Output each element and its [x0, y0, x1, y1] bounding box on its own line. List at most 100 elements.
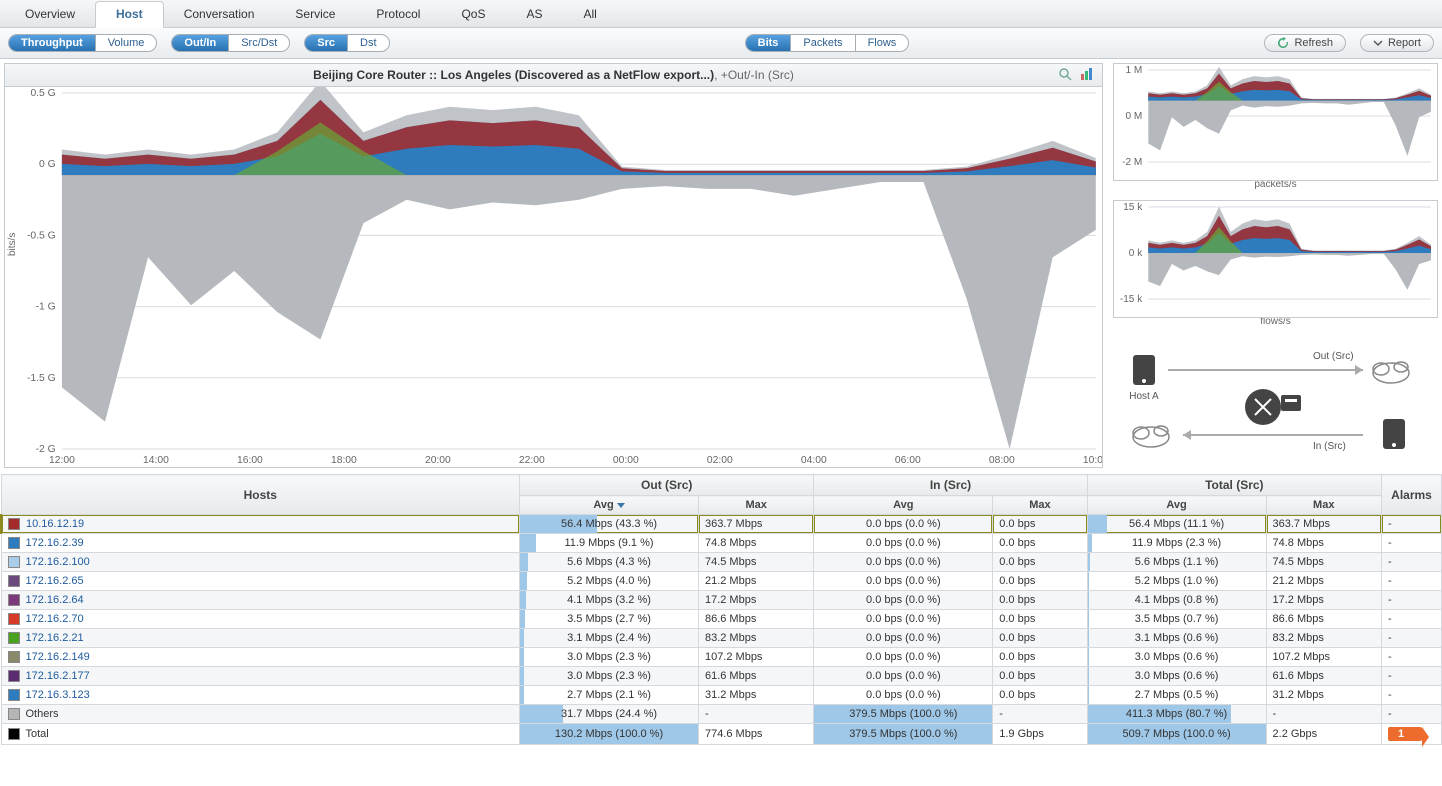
refresh-button[interactable]: Refresh — [1264, 34, 1346, 52]
chart-header: Beijing Core Router :: Los Angeles (Disc… — [5, 64, 1102, 87]
magnifier-icon[interactable] — [1058, 67, 1072, 81]
main-tabs: OverviewHostConversationServiceProtocolQ… — [0, 0, 1442, 28]
diagram-out-label: Out (Src) — [1313, 351, 1354, 362]
table-body: 10.16.12.1956.4 Mbps (43.3 %)363.7 Mbps0… — [1, 515, 1442, 745]
main-chart[interactable]: Beijing Core Router :: Los Angeles (Disc… — [4, 63, 1103, 468]
y-axis-label: bits/s — [7, 232, 18, 255]
pill-sd-src[interactable]: Src — [305, 35, 348, 51]
main-chart-svg: 0.5 G0 G-0.5 G-1 G-1.5 G-2 G12:0014:0016… — [5, 87, 1102, 467]
th-in-avg[interactable]: Avg — [814, 496, 993, 515]
host-link[interactable]: 172.16.2.64 — [26, 594, 84, 606]
svg-text:0 G: 0 G — [39, 159, 56, 170]
color-swatch — [8, 728, 20, 740]
host-link[interactable]: 172.16.2.65 — [26, 575, 84, 587]
mini-chart-packets-svg: 1 M 0 M -2 M — [1114, 64, 1437, 180]
svg-text:0 M: 0 M — [1125, 111, 1142, 122]
host-link[interactable]: 172.16.2.39 — [26, 537, 84, 549]
svg-text:14:00: 14:00 — [143, 455, 169, 466]
host-link[interactable]: 172.16.2.100 — [26, 556, 90, 568]
th-total-avg[interactable]: Avg — [1087, 496, 1266, 515]
table-row[interactable]: 172.16.2.213.1 Mbps (2.4 %)83.2 Mbps0.0 … — [1, 629, 1442, 648]
color-swatch — [8, 632, 20, 644]
color-swatch — [8, 670, 20, 682]
pill-sd-dst[interactable]: Dst — [348, 35, 389, 51]
color-swatch — [8, 537, 20, 549]
mini-chart-flows-svg: 15 k0 k-15 k — [1114, 201, 1437, 317]
alarm-badge[interactable]: 1 — [1388, 727, 1422, 741]
host-link[interactable]: 172.16.2.70 — [26, 613, 84, 625]
table-row[interactable]: 10.16.12.1956.4 Mbps (43.3 %)363.7 Mbps0… — [1, 515, 1442, 534]
table-row[interactable]: Total130.2 Mbps (100.0 %)774.6 Mbps379.5… — [1, 724, 1442, 745]
pill-unit-bits[interactable]: Bits — [746, 35, 792, 51]
th-out-max[interactable]: Max — [698, 496, 813, 515]
chart-side: 1 M0 M-2 M packets/s 15 k0 k-15 k flows/… — [1113, 63, 1438, 468]
pill-mode-throughput[interactable]: Throughput — [9, 35, 96, 51]
host-link[interactable]: 172.16.2.21 — [26, 632, 84, 644]
refresh-icon — [1277, 37, 1289, 49]
table-row[interactable]: 172.16.2.655.2 Mbps (4.0 %)21.2 Mbps0.0 … — [1, 572, 1442, 591]
svg-text:-1 G: -1 G — [36, 302, 56, 313]
svg-text:08:00: 08:00 — [989, 455, 1015, 466]
pill-mode-volume[interactable]: Volume — [96, 35, 157, 51]
color-swatch — [8, 613, 20, 625]
toolbar: ThroughputVolume Out/InSrc/Dst SrcDst Bi… — [0, 28, 1442, 59]
tab-conversation[interactable]: Conversation — [163, 1, 276, 27]
pill-unit-packets[interactable]: Packets — [791, 35, 855, 51]
bar-chart-icon[interactable] — [1080, 67, 1094, 81]
th-hosts[interactable]: Hosts — [1, 475, 520, 515]
pill-dir-out-in[interactable]: Out/In — [172, 35, 229, 51]
th-total-max[interactable]: Max — [1266, 496, 1381, 515]
color-swatch — [8, 651, 20, 663]
tab-service[interactable]: Service — [274, 1, 356, 27]
svg-text:12:00: 12:00 — [49, 455, 75, 466]
host-link[interactable]: 10.16.12.19 — [26, 518, 84, 530]
th-in[interactable]: In (Src) — [814, 475, 1087, 496]
table-row[interactable]: Others31.7 Mbps (24.4 %)-379.5 Mbps (100… — [1, 705, 1442, 724]
tab-protocol[interactable]: Protocol — [355, 1, 441, 27]
diagram-host-a: Host A — [1129, 391, 1159, 402]
th-out-avg[interactable]: Avg — [520, 496, 699, 515]
svg-text:15 k: 15 k — [1123, 202, 1143, 213]
diagram-in-label: In (Src) — [1313, 441, 1346, 452]
host-link[interactable]: 172.16.2.177 — [26, 670, 90, 682]
table-row[interactable]: 172.16.2.1773.0 Mbps (2.3 %)61.6 Mbps0.0… — [1, 667, 1442, 686]
th-out[interactable]: Out (Src) — [520, 475, 814, 496]
chart-row: Beijing Core Router :: Los Angeles (Disc… — [0, 59, 1442, 468]
table-row[interactable]: 172.16.3.1232.7 Mbps (2.1 %)31.2 Mbps0.0… — [1, 686, 1442, 705]
th-alarms[interactable]: Alarms — [1382, 475, 1442, 515]
host-link[interactable]: 172.16.2.149 — [26, 651, 90, 663]
table-row[interactable]: 172.16.2.1493.0 Mbps (2.3 %)107.2 Mbps0.… — [1, 648, 1442, 667]
th-in-max[interactable]: Max — [993, 496, 1087, 515]
svg-text:04:00: 04:00 — [801, 455, 827, 466]
svg-text:0.5 G: 0.5 G — [30, 88, 55, 99]
tab-qos[interactable]: QoS — [440, 1, 506, 27]
pill-dir-src-dst[interactable]: Src/Dst — [229, 35, 289, 51]
pill-group-unit: BitsPacketsFlows — [745, 34, 910, 52]
pill-group-direction: Out/InSrc/Dst — [171, 34, 290, 52]
svg-text:10:00: 10:00 — [1083, 455, 1102, 466]
svg-text:20:00: 20:00 — [425, 455, 451, 466]
tab-as[interactable]: AS — [505, 1, 563, 27]
table-row[interactable]: 172.16.2.3911.9 Mbps (9.1 %)74.8 Mbps0.0… — [1, 534, 1442, 553]
host-link[interactable]: 172.16.3.123 — [26, 689, 90, 701]
svg-text:16:00: 16:00 — [237, 455, 263, 466]
mini-chart-flows[interactable]: 15 k0 k-15 k — [1113, 200, 1438, 318]
sort-desc-icon — [617, 503, 625, 508]
color-swatch — [8, 556, 20, 568]
svg-text:00:00: 00:00 — [613, 455, 639, 466]
svg-text:-2 M: -2 M — [1122, 157, 1142, 168]
tab-host[interactable]: Host — [95, 1, 164, 28]
svg-text:22:00: 22:00 — [519, 455, 545, 466]
th-total[interactable]: Total (Src) — [1087, 475, 1381, 496]
chart-subtitle: , +Out/-In (Src) — [714, 68, 794, 82]
table-row[interactable]: 172.16.2.1005.6 Mbps (4.3 %)74.5 Mbps0.0… — [1, 553, 1442, 572]
mini-chart-packets[interactable]: 1 M 0 M -2 M — [1113, 63, 1438, 181]
tab-all[interactable]: All — [562, 1, 617, 27]
report-button[interactable]: Report — [1360, 34, 1434, 52]
table-row[interactable]: 172.16.2.644.1 Mbps (3.2 %)17.2 Mbps0.0 … — [1, 591, 1442, 610]
pill-unit-flows[interactable]: Flows — [856, 35, 909, 51]
pill-group-srcdst: SrcDst — [304, 34, 389, 52]
tab-overview[interactable]: Overview — [4, 1, 96, 27]
table-row[interactable]: 172.16.2.703.5 Mbps (2.7 %)86.6 Mbps0.0 … — [1, 610, 1442, 629]
svg-text:1 M: 1 M — [1125, 65, 1142, 76]
